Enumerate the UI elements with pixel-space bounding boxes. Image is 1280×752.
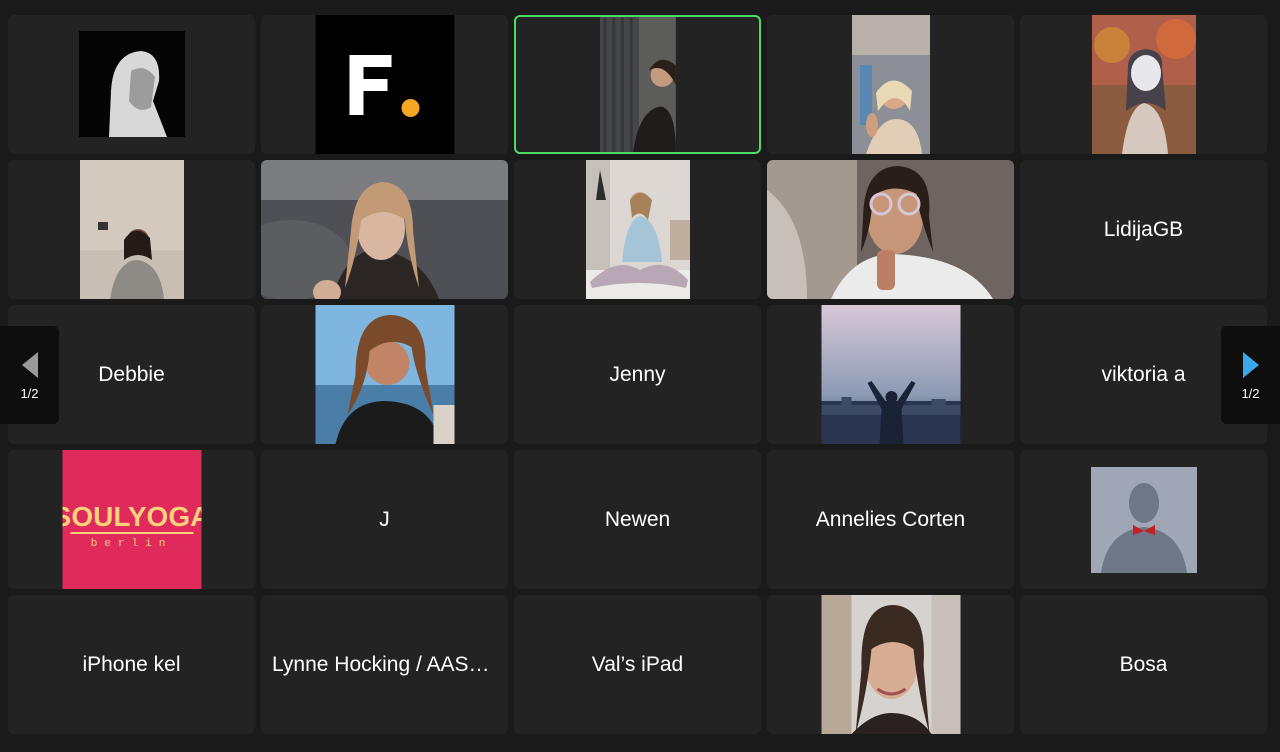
participant-video-woman-beach xyxy=(315,305,454,444)
soulyoga-logo-text: SOULYOGA xyxy=(62,501,201,532)
next-page-button[interactable]: 1/2 xyxy=(1221,326,1280,424)
participant-name: Jenny xyxy=(609,362,666,386)
participant-video-soulyoga-logo: SOULYOGA berlin xyxy=(62,450,201,589)
participant-name: Debbie xyxy=(98,362,165,386)
participant-video-f-dot-logo xyxy=(315,15,454,154)
participant-name: Newen xyxy=(604,507,671,531)
participant-tile[interactable] xyxy=(261,160,508,299)
participant-tile[interactable] xyxy=(514,15,761,154)
participant-tile[interactable] xyxy=(8,160,255,299)
chevron-right-icon xyxy=(1242,351,1259,378)
previous-page-button[interactable]: 1/2 xyxy=(0,326,59,424)
participant-video-woman-blonde-room xyxy=(851,15,930,154)
page-indicator-left: 1/2 xyxy=(20,385,39,401)
participant-tile[interactable] xyxy=(1020,450,1267,589)
participant-video-person-arms-raised-dusk xyxy=(821,305,960,444)
participant-tile[interactable] xyxy=(767,160,1014,299)
participant-video-woman-glasses-closeup xyxy=(767,160,1014,299)
participant-tile[interactable] xyxy=(514,160,761,299)
participant-tile[interactable]: SOULYOGA berlin xyxy=(8,450,255,589)
participant-tile[interactable]: Jenny xyxy=(514,305,761,444)
participant-tile[interactable] xyxy=(767,595,1014,734)
participant-name: viktoria a xyxy=(1101,362,1186,386)
participant-tile[interactable] xyxy=(8,15,255,154)
participant-tile[interactable]: Annelies Corten xyxy=(767,450,1014,589)
participant-grid: LidijaGB Debbie Jenny viktoria a SOULYOGA ber… xyxy=(8,15,1267,734)
participant-tile[interactable]: Val’s iPad xyxy=(514,595,761,734)
participant-video-woman-bedroom xyxy=(79,160,184,299)
participant-video-silhouette-bowtie-avatar xyxy=(1090,467,1197,573)
participant-name: iPhone kel xyxy=(82,652,181,676)
participant-video-woman-curtain-room xyxy=(599,17,677,152)
participant-tile[interactable] xyxy=(261,15,508,154)
participant-tile[interactable] xyxy=(1020,15,1267,154)
participant-tile[interactable] xyxy=(767,15,1014,154)
participant-video-woman-smiling-portrait xyxy=(821,595,960,734)
participant-tile[interactable]: Bosa xyxy=(1020,595,1267,734)
participant-tile[interactable]: Newen xyxy=(514,450,761,589)
participant-video-woman-sitting-floor xyxy=(585,160,690,299)
participant-tile[interactable] xyxy=(261,305,508,444)
chevron-left-icon xyxy=(21,351,38,378)
participant-video-woman-blurred-background xyxy=(261,160,508,299)
participant-tile[interactable]: J xyxy=(261,450,508,589)
soulyoga-logo-subtext: berlin xyxy=(90,538,172,550)
participant-name: LidijaGB xyxy=(1103,217,1184,241)
participant-video-bw-portrait-woman xyxy=(78,31,185,137)
participant-tile[interactable]: Lynne Hocking / AASHNI YOGA xyxy=(261,595,508,734)
participant-name: Annelies Corten xyxy=(815,507,966,531)
participant-name: J xyxy=(379,507,390,531)
participant-name: Lynne Hocking / AASHNI YOGA xyxy=(272,652,497,676)
participant-name: Bosa xyxy=(1119,652,1168,676)
participant-tile[interactable]: LidijaGB xyxy=(1020,160,1267,299)
participant-tile[interactable] xyxy=(767,305,1014,444)
page-indicator-right: 1/2 xyxy=(1241,385,1260,401)
participant-tile[interactable]: iPhone kel xyxy=(8,595,255,734)
participant-video-masked-person-tree xyxy=(1091,15,1196,154)
participant-name: Val’s iPad xyxy=(591,652,684,676)
